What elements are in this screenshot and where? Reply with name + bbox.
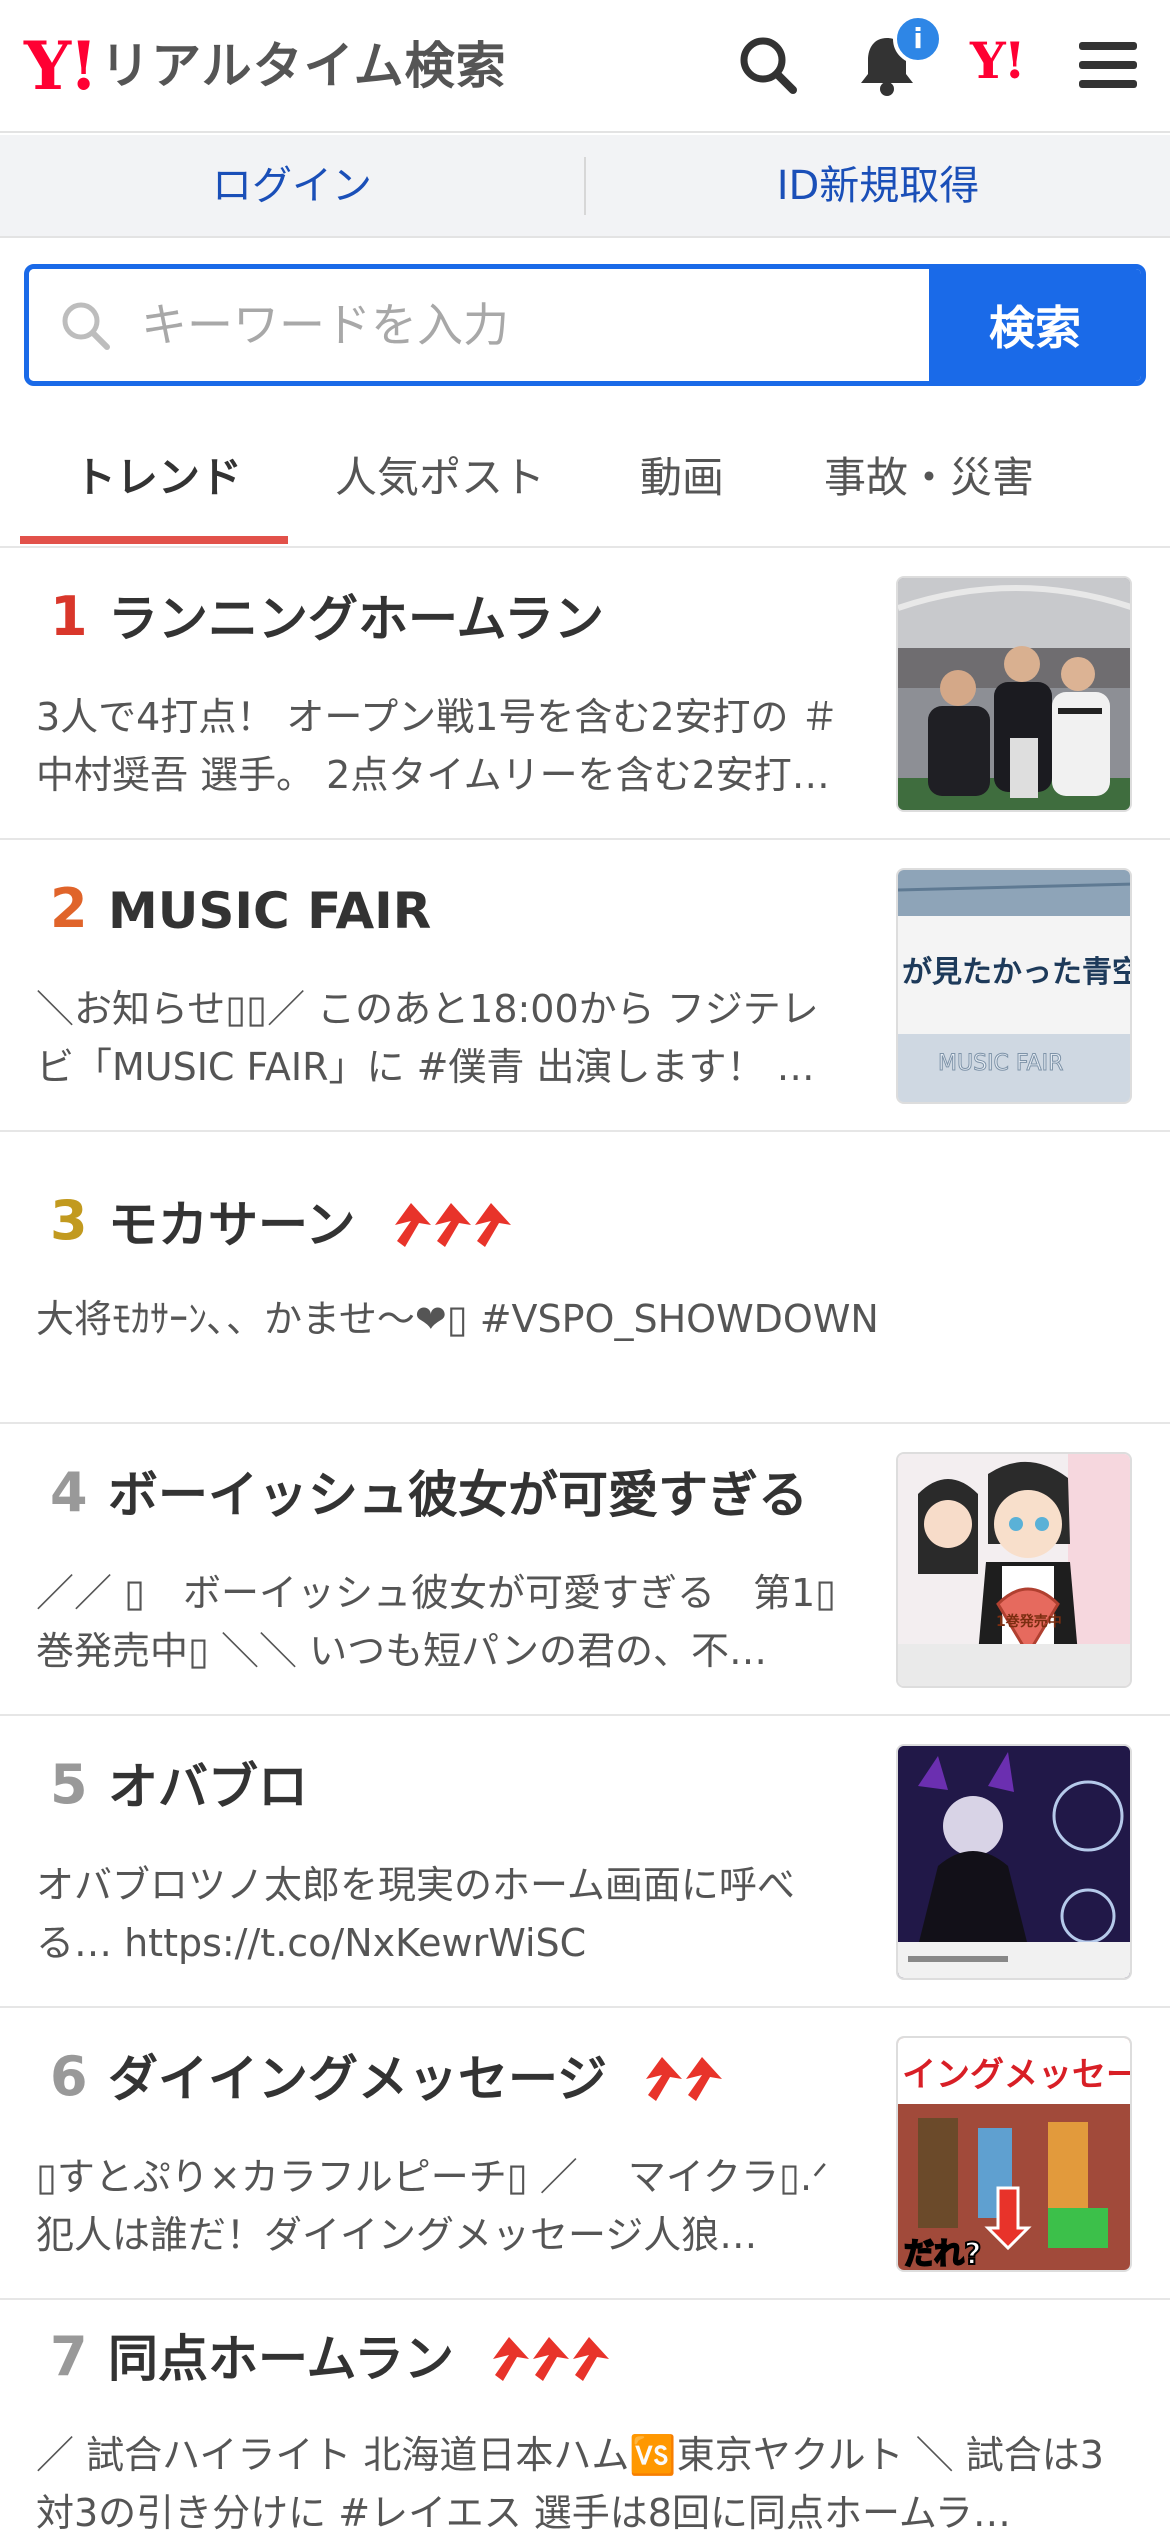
thumb-logo-text: MUSIC FAIR: [938, 1051, 1063, 1076]
arrow-up-icon: [573, 2336, 610, 2381]
trend-title-text: MUSIC FAIR: [108, 882, 432, 940]
trend-description: 大将ﾓｶｻｰﾝ､、かませ〜❤▯ #VSPO_SHOWDOWN: [36, 1297, 879, 1341]
trend-thumbnail-minecraft: イングメッセー だれ?: [896, 2036, 1132, 2272]
category-tabs: トレンド 人気ポスト 動画 事故・災害: [0, 408, 1170, 548]
arrow-up-icon: [646, 2056, 683, 2101]
trend-title-text: オバブロ: [108, 1758, 308, 1816]
trend-item[interactable]: 6 ダイイングメッセージ ▯すとぷり×カラフルピーチ▯ ／ マイクラ▯.ᐟ 犯人…: [0, 2010, 1170, 2300]
tab-popular-posts[interactable]: 人気ポスト: [335, 444, 545, 505]
service-name: リアルタイム検索: [100, 37, 507, 95]
search-button[interactable]: 検索: [929, 269, 1141, 381]
trend-title: ランニングホームラン: [108, 592, 604, 647]
hamburger-menu-icon[interactable]: [1073, 30, 1143, 100]
register-link[interactable]: ID新規取得: [586, 135, 1170, 238]
yahoo-realtime-logo[interactable]: Y! リアルタイム検索: [24, 26, 507, 106]
trend-item[interactable]: 7 同点ホームラン ／ 試合ハイライト 北海道日本ハム🆚東京ヤクルト ＼ 試合は…: [0, 2302, 1170, 2542]
tab-videos[interactable]: 動画: [640, 444, 724, 505]
login-link[interactable]: ログイン: [0, 135, 584, 238]
trend-thumbnail-game: [896, 1744, 1132, 1980]
active-tab-indicator: [20, 536, 288, 544]
notification-badge[interactable]: i: [893, 14, 943, 64]
trend-description: ／ 試合ハイライト 北海道日本ハム🆚東京ヤクルト ＼ 試合は3対3の引き分けに …: [36, 2433, 1104, 2535]
trend-thumbnail-manga: 1巻発売中: [896, 1452, 1132, 1688]
search-box: 検索: [24, 264, 1146, 386]
trend-rank: 5: [50, 1753, 88, 1816]
arrow-up-icon: [686, 2056, 723, 2101]
tab-accidents-disasters[interactable]: 事故・災害: [824, 444, 1034, 505]
trend-title-text: ボーイッシュ彼女が可愛すぎる: [108, 1466, 808, 1524]
tab-trend[interactable]: トレンド: [74, 444, 242, 505]
trend-title-text: ランニングホームラン: [108, 590, 604, 648]
thumb-sign-text: が見たかった青空 様: [902, 955, 1132, 990]
arrow-up-icon: [434, 1202, 471, 1247]
arrow-up-icon: [493, 2336, 530, 2381]
thumb-badge-text: 1巻発売中: [996, 1613, 1062, 1630]
trend-rank: 4: [50, 1461, 88, 1524]
trend-description: ▯すとぷり×カラフルピーチ▯ ／ マイクラ▯.ᐟ 犯人は誰だ！ダイイングメッセー…: [36, 2155, 856, 2257]
trend-title: オバブロ: [108, 1760, 308, 1815]
trend-title-text: 同点ホームラン: [108, 2330, 454, 2388]
trend-title-text: ダイイングメッセージ: [108, 2050, 607, 2108]
thumb-caption-text: だれ?: [904, 2237, 981, 2272]
trend-item[interactable]: 5 オバブロ オバブロツノ太郎を現実のホーム画面に呼べる… https://t.…: [0, 1718, 1170, 2008]
trend-description: 3人で4打点！ オープン戦1号を含む2安打の ＃中村奨吾 選手。 2点タイムリー…: [36, 695, 839, 797]
trend-title: MUSIC FAIR: [108, 884, 431, 939]
trend-rank: 6: [50, 2045, 88, 2108]
trend-rank: 3: [50, 1189, 88, 1252]
trend-title-text: モカサーン: [108, 1196, 356, 1254]
trend-description: ／／ ▯ ボーイッシュ彼女が可愛すぎる 第1▯巻発売中▯ ＼＼ いつも短パンの君…: [36, 1571, 837, 1673]
trend-title: モカサーン: [108, 1196, 511, 1254]
trend-thumbnail-music-fair: が見たかった青空 様 MUSIC FAIR: [896, 868, 1132, 1104]
trend-rank: 2: [50, 877, 88, 940]
trend-up-arrows: [640, 2055, 723, 2103]
arrow-up-icon: [474, 1202, 511, 1247]
trend-description: オバブロツノ太郎を現実のホーム画面に呼べる… https://t.co/NxKe…: [36, 1863, 795, 1965]
search-field-icon: [62, 302, 110, 350]
search-input-area[interactable]: [29, 269, 939, 381]
trend-item[interactable]: 2 MUSIC FAIR ＼お知らせ▯▯／ このあと18:00から フジテレビ「…: [0, 842, 1170, 1132]
search-input[interactable]: [139, 269, 939, 381]
arrow-up-icon: [533, 2336, 570, 2381]
trend-up-arrows: [389, 1201, 511, 1249]
yahoo-japan-icon[interactable]: Y!: [970, 36, 1026, 86]
trend-rank: 7: [50, 2325, 88, 2388]
app-header: Y! リアルタイム検索 i Y!: [0, 0, 1170, 133]
arrow-up-icon: [394, 1202, 431, 1247]
trend-thumbnail-baseball: [896, 576, 1132, 812]
thumb-banner-text: イングメッセー: [902, 2055, 1132, 2095]
trend-item[interactable]: 3 モカサーン 大将ﾓｶｻｰﾝ､、かませ〜❤▯ #VSPO_SHOWDOWN: [0, 1134, 1170, 1424]
trend-up-arrows: [487, 2335, 610, 2383]
yahoo-logo-mark: Y!: [24, 27, 98, 105]
search-icon[interactable]: [733, 30, 803, 100]
trend-rank: 1: [50, 585, 88, 648]
trend-description: ＼お知らせ▯▯／ このあと18:00から フジテレビ「MUSIC FAIR」に …: [36, 987, 819, 1089]
trend-title: ボーイッシュ彼女が可愛すぎる: [108, 1468, 808, 1523]
trend-item[interactable]: 4 ボーイッシュ彼女が可愛すぎる ／／ ▯ ボーイッシュ彼女が可愛すぎる 第1▯…: [0, 1426, 1170, 1716]
login-bar: ログイン ID新規取得: [0, 135, 1170, 238]
trend-title: ダイイングメッセージ: [108, 2050, 723, 2108]
trend-title: 同点ホームラン: [108, 2330, 610, 2388]
trend-item[interactable]: 1 ランニングホームラン 3人で4打点！ オープン戦1号を含む2安打の ＃中村奨…: [0, 550, 1170, 840]
